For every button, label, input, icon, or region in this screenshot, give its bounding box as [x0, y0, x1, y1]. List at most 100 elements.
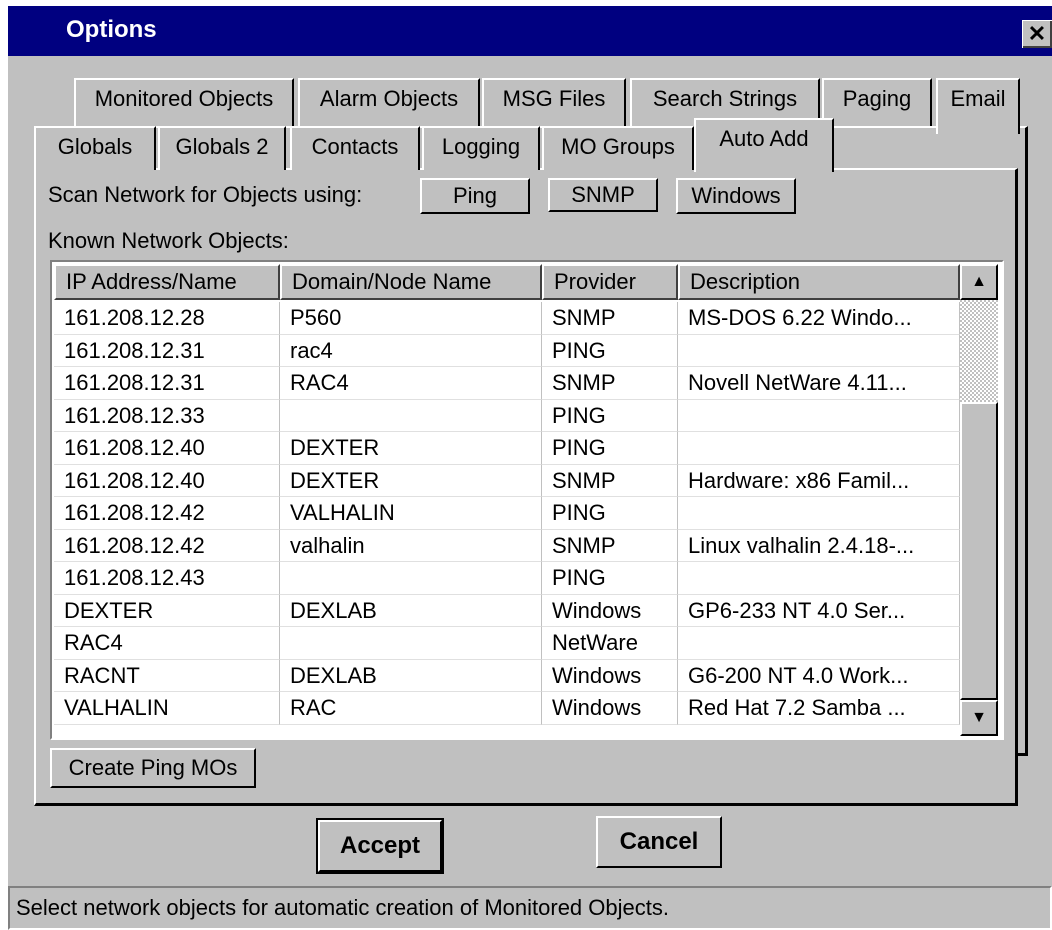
arrow-up-icon: ▲: [971, 273, 987, 290]
snmp-scan-button[interactable]: SNMP: [548, 178, 658, 212]
tab-monitored-objects[interactable]: Monitored Objects: [74, 78, 294, 126]
button-label: Accept: [339, 832, 421, 859]
scroll-down-button[interactable]: ▼: [960, 700, 998, 736]
table-row[interactable]: 161.208.12.40 DEXTER SNMP Hardware: x86 Fam…: [54, 464, 960, 497]
table-row[interactable]: 161.208.12.40 DEXTER PING: [54, 432, 960, 465]
cell-domain: DEXLAB: [280, 594, 542, 627]
column-header-description[interactable]: Description: [678, 264, 960, 300]
cell-domain: [280, 399, 542, 432]
cell-provider: PING: [542, 497, 678, 530]
create-ping-mos-button[interactable]: Create Ping MOs: [50, 748, 256, 788]
cell-description: [678, 497, 960, 530]
cell-description: Linux valhalin 2.4.18-...: [678, 529, 960, 562]
cell-description: G6-200 NT 4.0 Work...: [678, 659, 960, 692]
cell-description: GP6-233 NT 4.0 Ser...: [678, 594, 960, 627]
cell-ip: 161.208.12.43: [54, 562, 280, 595]
cell-description: Novell NetWare 4.11...: [678, 367, 960, 400]
cell-domain: RAC4: [280, 367, 542, 400]
tab-label: MO Groups: [561, 134, 675, 159]
cancel-button[interactable]: Cancel: [596, 816, 722, 868]
column-header-provider[interactable]: Provider: [542, 264, 678, 300]
cell-domain: P560: [280, 302, 542, 335]
cell-ip: 161.208.12.40: [54, 432, 280, 465]
cell-ip: RACNT: [54, 659, 280, 692]
table-row[interactable]: 161.208.12.42 VALHALIN PING: [54, 497, 960, 530]
tab-label: Globals 2: [175, 134, 269, 159]
cell-description: [678, 627, 960, 660]
column-header-ip[interactable]: IP Address/Name: [54, 264, 280, 300]
known-objects-label: Known Network Objects:: [48, 228, 289, 253]
vertical-scrollbar[interactable]: ▲ ▼: [960, 264, 998, 736]
tab-label: Paging: [842, 86, 912, 111]
tab-paging[interactable]: Paging: [822, 78, 932, 126]
tab-contacts[interactable]: Contacts: [290, 126, 420, 170]
tab-label: Alarm Objects: [319, 86, 459, 111]
tab-label: Contacts: [311, 134, 399, 159]
scroll-track[interactable]: [960, 300, 998, 402]
table-row[interactable]: 161.208.12.33 PING: [54, 399, 960, 432]
cell-provider: SNMP: [542, 302, 678, 335]
tab-auto-add[interactable]: Auto Add: [694, 118, 834, 172]
cell-domain: [280, 562, 542, 595]
tab-msg-files[interactable]: MSG Files: [482, 78, 626, 126]
column-header-domain[interactable]: Domain/Node Name: [280, 264, 542, 300]
tab-label: Email: [950, 86, 1006, 111]
table-row[interactable]: 161.208.12.43 PING: [54, 562, 960, 595]
table-row[interactable]: VALHALIN RAC Windows Red Hat 7.2 Samba ...: [54, 692, 960, 725]
tab-label: Logging: [441, 134, 521, 159]
scan-label: Scan Network for Objects using:: [48, 182, 363, 207]
table-body: 161.208.12.28 P560 SNMP MS-DOS 6.22 Windo..…: [54, 302, 960, 725]
table-row[interactable]: 161.208.12.31 rac4 PING: [54, 334, 960, 367]
cell-provider: SNMP: [542, 464, 678, 497]
cell-description: [678, 399, 960, 432]
cell-ip: RAC4: [54, 627, 280, 660]
cell-description: [678, 432, 960, 465]
table-row[interactable]: 161.208.12.28 P560 SNMP MS-DOS 6.22 Windo..…: [54, 302, 960, 335]
table-row[interactable]: DEXTER DEXLAB Windows GP6-233 NT 4.0 Ser...: [54, 594, 960, 627]
cell-provider: Windows: [542, 692, 678, 725]
table-row[interactable]: RAC4 NetWare: [54, 627, 960, 660]
close-icon: ✕: [1027, 21, 1047, 46]
button-label: Create Ping MOs: [68, 755, 238, 780]
tab-globals[interactable]: Globals: [34, 126, 156, 170]
title-bar[interactable]: Options ✕: [8, 6, 1052, 56]
ping-scan-button[interactable]: Ping: [420, 178, 530, 214]
cell-ip: 161.208.12.40: [54, 464, 280, 497]
cell-provider: SNMP: [542, 529, 678, 562]
header-label: Domain/Node Name: [292, 269, 492, 294]
cell-domain: DEXLAB: [280, 659, 542, 692]
tab-email[interactable]: Email: [936, 78, 1020, 134]
cell-ip: 161.208.12.31: [54, 367, 280, 400]
cell-domain: DEXTER: [280, 464, 542, 497]
arrow-down-icon: ▼: [971, 709, 987, 726]
button-label: Windows: [691, 183, 781, 208]
table-row[interactable]: 161.208.12.42 valhalin SNMP Linux valhalin …: [54, 529, 960, 562]
window-title: Options: [66, 16, 157, 43]
cell-domain: valhalin: [280, 529, 542, 562]
cell-provider: PING: [542, 432, 678, 465]
table-row[interactable]: 161.208.12.31 RAC4 SNMP Novell NetWare 4.11…: [54, 367, 960, 400]
tab-mo-groups[interactable]: MO Groups: [542, 126, 694, 170]
windows-scan-button[interactable]: Windows: [676, 178, 796, 214]
close-button[interactable]: ✕: [1022, 20, 1052, 48]
cell-ip: 161.208.12.31: [54, 334, 280, 367]
button-label: Ping: [452, 183, 498, 208]
accept-button[interactable]: Accept: [316, 818, 444, 874]
cell-ip: VALHALIN: [54, 692, 280, 725]
table-row[interactable]: RACNT DEXLAB Windows G6-200 NT 4.0 Work...: [54, 659, 960, 692]
tab-globals-2[interactable]: Globals 2: [158, 126, 286, 170]
tab-label: MSG Files: [502, 86, 606, 111]
cell-ip: 161.208.12.42: [54, 529, 280, 562]
tab-logging[interactable]: Logging: [422, 126, 540, 170]
cell-domain: rac4: [280, 334, 542, 367]
tab-alarm-objects[interactable]: Alarm Objects: [298, 78, 480, 126]
cell-provider: SNMP: [542, 367, 678, 400]
cell-ip: 161.208.12.28: [54, 302, 280, 335]
cell-ip: 161.208.12.42: [54, 497, 280, 530]
known-objects-table[interactable]: IP Address/Name Domain/Node Name Provide…: [50, 260, 1004, 740]
cell-provider: PING: [542, 334, 678, 367]
scroll-thumb[interactable]: [960, 402, 998, 700]
tab-label: Globals: [57, 134, 133, 159]
status-text: Select network objects for automatic cre…: [16, 895, 669, 920]
scroll-up-button[interactable]: ▲: [960, 264, 998, 300]
